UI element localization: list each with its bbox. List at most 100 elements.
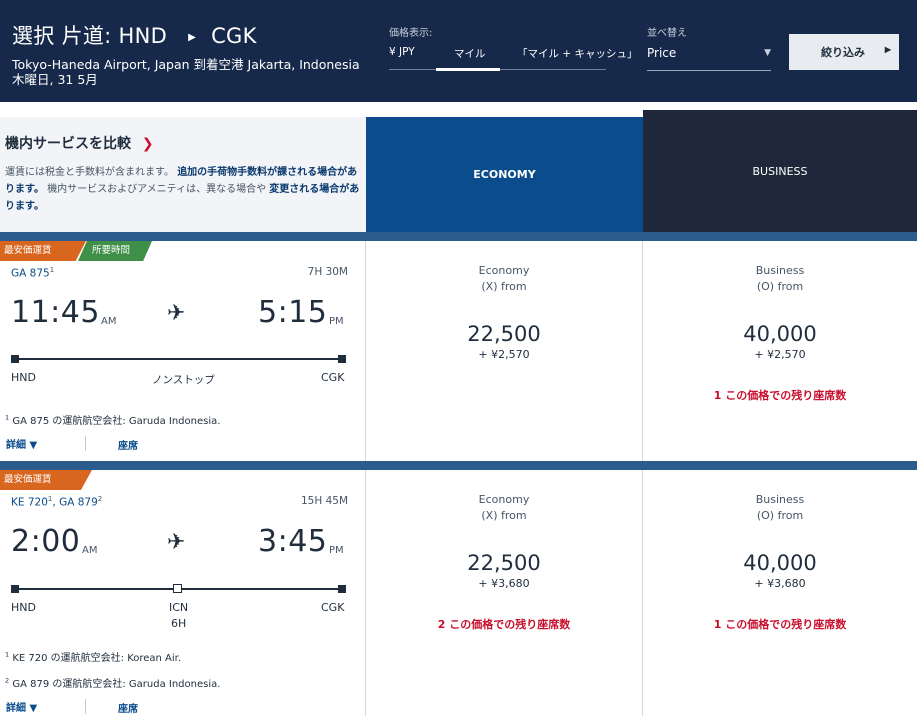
link-divider bbox=[85, 436, 86, 451]
business-miles: 40,000 bbox=[743, 551, 817, 575]
destination-code: CGK bbox=[321, 371, 345, 384]
seats-left-alert: 2 この価格での残り座席数 bbox=[437, 618, 571, 631]
compare-services-label: 機内サービスを比較 bbox=[5, 136, 131, 152]
flight-row-2: 最安価運賃 KE 7201, GA 8792 15H 45M 2:00 AM ✈… bbox=[0, 470, 917, 716]
footnote-marker: 1 bbox=[5, 650, 10, 659]
depart-ampm: AM bbox=[82, 545, 98, 556]
compare-services-link[interactable]: 機内サービスを比較 ❯ bbox=[5, 133, 154, 153]
plane-icon: ✈ bbox=[167, 530, 186, 555]
flight-number: KE 720 bbox=[11, 496, 48, 509]
flight-number-link[interactable]: KE 7201, GA 8792 bbox=[11, 495, 102, 509]
flight-number: GA 875 bbox=[11, 267, 50, 280]
business-tax: + ¥2,570 bbox=[754, 348, 806, 361]
origin-marker bbox=[11, 355, 19, 363]
cheapest-fare-badge: 最安価運賃 bbox=[0, 241, 86, 261]
flight-number-link[interactable]: GA 8751 bbox=[11, 266, 54, 280]
economy-fare-cell[interactable]: Economy (X) from 22,500 + ¥2,570 bbox=[366, 241, 643, 461]
fare-note: 運賃には税金と手数料が含まれます。 追加の手荷物手数料が課される場合があります。… bbox=[5, 164, 363, 215]
search-header: 選択 片道: HND ▶ CGK Tokyo-Haneda Airport, J… bbox=[0, 0, 917, 102]
business-fare-class: (O) from bbox=[756, 509, 804, 522]
flight-row-1: 最安価運賃 所要時間 GA 8751 7H 30M 11:45 AM ✈ 5:1… bbox=[0, 241, 917, 461]
economy-tax: + ¥2,570 bbox=[478, 348, 530, 361]
economy-fare-cell[interactable]: Economy (X) from 22,500 + ¥3,680 2 この価格で… bbox=[366, 470, 643, 716]
footnote-marker: 1 bbox=[47, 495, 53, 503]
flight-number-2: GA 879 bbox=[59, 496, 98, 509]
connection-time: 6H bbox=[171, 617, 187, 630]
cabin-header-business[interactable]: BUSINESS bbox=[643, 110, 917, 232]
origin-code: HND bbox=[11, 601, 36, 614]
tab-miles-cash[interactable]: 「マイル + キャッシュ」 bbox=[517, 46, 637, 61]
route-title: 選択 片道: HND ▶ CGK bbox=[12, 20, 257, 50]
sort-select[interactable]: Price ▼ bbox=[647, 46, 771, 71]
destination-code: CGK bbox=[321, 601, 345, 614]
arrive-time: 5:15 bbox=[258, 295, 328, 330]
details-toggle[interactable]: 詳細 ▼ bbox=[6, 699, 37, 714]
economy-tax: + ¥3,680 bbox=[478, 577, 530, 590]
business-fare-cell[interactable]: Business (O) from 40,000 + ¥3,680 1 この価格… bbox=[643, 470, 917, 716]
plane-icon: ✈ bbox=[167, 301, 186, 326]
economy-fare-class: (X) from bbox=[481, 509, 527, 522]
footnote-marker: 2 bbox=[5, 676, 10, 685]
row-divider bbox=[0, 461, 917, 470]
business-cabin: Business bbox=[755, 493, 805, 506]
tab-jpy[interactable]: ¥ JPY bbox=[389, 46, 415, 58]
link-divider bbox=[85, 699, 86, 714]
tab-active-indicator bbox=[436, 68, 500, 71]
economy-cabin: Economy bbox=[478, 493, 530, 506]
destination-marker bbox=[338, 355, 346, 363]
destination-marker bbox=[338, 585, 346, 593]
route-date: 木曜日, 31 5月 bbox=[12, 72, 98, 87]
chevron-right-icon: ❯ bbox=[141, 136, 154, 152]
filter-button-label: 絞り込み bbox=[821, 47, 865, 59]
fare-note-text: 運賃には税金と手数料が含まれます。 bbox=[5, 167, 174, 178]
flight-duration: 7H 30M bbox=[307, 266, 348, 278]
details-toggle[interactable]: 詳細 ▼ bbox=[6, 436, 37, 451]
row-divider bbox=[0, 232, 917, 241]
depart-time: 2:00 bbox=[11, 524, 81, 559]
connection-code: ICN bbox=[169, 601, 189, 614]
route-destination: CGK bbox=[211, 24, 257, 48]
connection-marker bbox=[173, 584, 182, 593]
shortest-duration-badge: 所要時間 bbox=[78, 241, 152, 261]
sort-label: 並べ替え bbox=[647, 28, 687, 39]
seats-link[interactable]: 座席 bbox=[118, 700, 138, 715]
footnote-marker: 2 bbox=[97, 495, 103, 503]
business-tax: + ¥3,680 bbox=[754, 577, 806, 590]
origin-marker bbox=[11, 585, 19, 593]
caret-right-icon: ▶ bbox=[188, 32, 197, 43]
economy-cabin: Economy bbox=[478, 264, 530, 277]
route-track bbox=[15, 358, 342, 360]
business-miles: 40,000 bbox=[743, 322, 817, 346]
business-fare-cell[interactable]: Business (O) from 40,000 + ¥2,570 1 この価格… bbox=[643, 241, 917, 461]
filter-button[interactable]: 絞り込み ▶ bbox=[789, 34, 899, 70]
flight-duration: 15H 45M bbox=[300, 495, 348, 507]
footnote-marker: 1 bbox=[49, 266, 55, 274]
route-origin: HND bbox=[118, 24, 168, 48]
footnote-marker: 1 bbox=[5, 413, 10, 422]
depart-ampm: AM bbox=[101, 316, 117, 327]
operator-note: 2 GA 879 の運航航空会社: Garuda Indonesia. bbox=[5, 675, 220, 690]
sort-value: Price bbox=[647, 46, 677, 60]
seats-link[interactable]: 座席 bbox=[118, 437, 138, 452]
operator-note: 1 GA 875 の運航航空会社: Garuda Indonesia. bbox=[5, 412, 220, 427]
economy-miles: 22,500 bbox=[467, 322, 541, 346]
nonstop-label: ノンストップ bbox=[152, 374, 215, 386]
cheapest-fare-badge: 最安価運賃 bbox=[0, 470, 92, 490]
depart-time: 11:45 bbox=[11, 295, 100, 330]
route-select-label: 選択 片道: bbox=[12, 24, 112, 48]
cabin-header-economy[interactable]: ECONOMY bbox=[366, 117, 643, 232]
operator-note: 1 KE 720 の運航航空会社: Korean Air. bbox=[5, 649, 181, 664]
economy-fare-class: (X) from bbox=[481, 280, 527, 293]
business-cabin: Business bbox=[755, 264, 805, 277]
flight-info: 最安価運賃 KE 7201, GA 8792 15H 45M 2:00 AM ✈… bbox=[0, 470, 366, 716]
flight-info: 最安価運賃 所要時間 GA 8751 7H 30M 11:45 AM ✈ 5:1… bbox=[0, 241, 366, 461]
price-display-label: 価格表示: bbox=[389, 28, 433, 39]
tab-miles[interactable]: マイル bbox=[454, 46, 486, 61]
arrive-time: 3:45 bbox=[258, 524, 328, 559]
chevron-down-icon: ▼ bbox=[764, 48, 771, 58]
operator-note-text: GA 879 の運航航空会社: Garuda Indonesia. bbox=[12, 679, 221, 690]
arrive-ampm: PM bbox=[329, 545, 344, 556]
seats-left-alert: 1 この価格での残り座席数 bbox=[713, 618, 847, 631]
operator-note-text: KE 720 の運航航空会社: Korean Air. bbox=[12, 653, 182, 664]
origin-code: HND bbox=[11, 371, 36, 384]
